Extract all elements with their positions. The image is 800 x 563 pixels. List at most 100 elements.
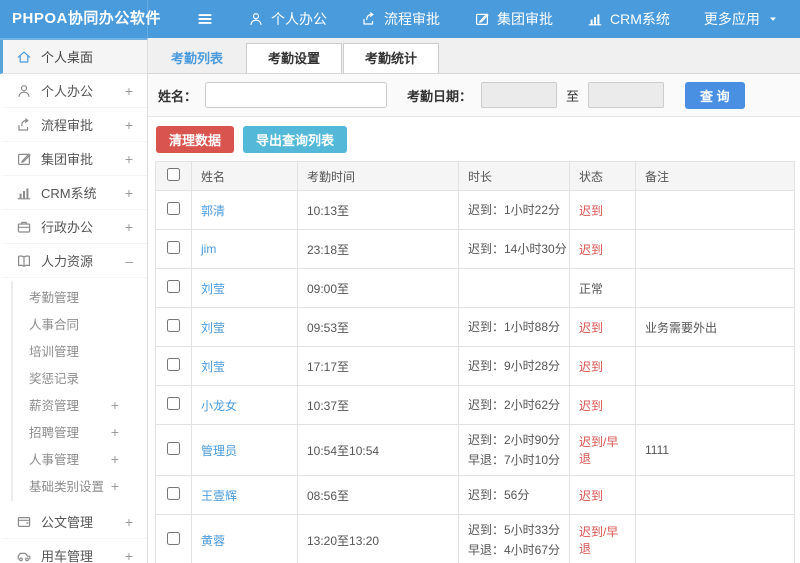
attendance-table-wrap: 姓名 考勤时间 时长 状态 备注 郭清 10:13至 迟到：1小时22分 迟到 jim 23:18… (148, 161, 800, 563)
submenu-item-recruitment-mgmt[interactable]: 招聘管理 + (13, 418, 147, 445)
expand-toggle-icon[interactable]: – (125, 253, 133, 269)
note-cell (635, 385, 795, 425)
user-icon (15, 83, 32, 99)
tab-attendance-list[interactable]: 考勤列表 (149, 43, 245, 73)
table-header-row: 姓名 考勤时间 时长 状态 备注 (155, 161, 795, 191)
submenu-item-hr-contract[interactable]: 人事合同 (13, 310, 147, 337)
expand-toggle-icon[interactable]: + (125, 185, 133, 201)
name-cell: 郭清 (191, 190, 298, 230)
status-badge: 迟到 (579, 359, 604, 374)
top-navigation: 个人办公 流程审批 集团审批 CRM系统 更多应用 (248, 9, 800, 29)
export-list-button[interactable]: 导出查询列表 (243, 126, 348, 153)
sidebar-item-label: 行政办公 (41, 220, 94, 235)
nav-workflow-approval[interactable]: 流程审批 (361, 9, 440, 29)
submenu-item-base-category-settings[interactable]: 基础类别设置 + (13, 472, 147, 499)
submenu-item-reward-punishment[interactable]: 奖惩记录 (13, 364, 147, 391)
book-icon (15, 253, 32, 269)
submenu-item-salary-mgmt[interactable]: 薪资管理 + (13, 391, 147, 418)
sidebar-item-personal-desktop[interactable]: 个人桌面 (0, 40, 147, 74)
submenu-item-personnel-mgmt[interactable]: 人事管理 + (13, 445, 147, 472)
row-checkbox[interactable] (167, 202, 180, 215)
hr-submenu: 考勤管理 人事合同 培训管理 奖惩记录 薪资管理 + 招聘管理 + 人事管理 + 基础类别设置 + (11, 281, 147, 501)
submenu-item-training-mgmt[interactable]: 培训管理 (13, 337, 147, 364)
name-cell: 王壹辉 (191, 475, 298, 515)
filter-bar: 姓名： 考勤日期： 至 查 询 (148, 74, 800, 117)
expand-toggle-icon[interactable]: + (111, 478, 119, 494)
row-checkbox[interactable] (167, 532, 180, 545)
employee-name-link[interactable]: 刘莹 (201, 282, 225, 296)
sidebar-item-label: 人力资源 (41, 254, 94, 269)
sidebar-item-crm-system[interactable]: CRM系统 + (0, 176, 147, 210)
attendance-time-cell: 23:18至 (297, 229, 459, 269)
status-cell: 正常 (569, 268, 636, 308)
expand-toggle-icon[interactable]: + (111, 451, 119, 467)
sidebar-item-document-mgmt[interactable]: 公文管理 + (0, 505, 147, 539)
submenu-item-label: 薪资管理 (29, 399, 80, 413)
name-filter-input[interactable] (205, 82, 388, 108)
row-checkbox[interactable] (167, 280, 180, 293)
note-cell (635, 229, 795, 269)
date-from-input[interactable] (481, 82, 558, 108)
duration-line: 早退：7小时10分 (468, 453, 561, 467)
sidebar-item-hr[interactable]: 人力资源 – (0, 244, 147, 278)
expand-toggle-icon[interactable]: + (111, 397, 119, 413)
sidebar-item-vehicle-mgmt[interactable]: 用车管理 + (0, 539, 147, 563)
row-checkbox[interactable] (167, 397, 180, 410)
row-checkbox[interactable] (167, 358, 180, 371)
menu-toggle-icon[interactable] (196, 10, 214, 28)
employee-name-link[interactable]: 管理员 (201, 444, 237, 458)
home-icon (15, 49, 32, 65)
status-cell: 迟到 (569, 307, 636, 347)
date-range-to-label: 至 (566, 88, 580, 104)
chart-icon (587, 11, 603, 27)
employee-name-link[interactable]: 黄蓉 (201, 534, 225, 548)
clear-data-button[interactable]: 清理数据 (156, 126, 235, 153)
select-all-checkbox[interactable] (167, 168, 180, 181)
attendance-time-cell: 10:54至10:54 (297, 424, 459, 476)
expand-toggle-icon[interactable]: + (111, 424, 119, 440)
date-to-input[interactable] (588, 82, 665, 108)
tab-attendance-stats[interactable]: 考勤统计 (343, 43, 440, 73)
nav-more-apps[interactable]: 更多应用 (704, 9, 779, 29)
expand-toggle-icon[interactable]: + (125, 117, 133, 133)
row-select-cell (155, 190, 192, 230)
search-button[interactable]: 查 询 (685, 81, 745, 109)
status-cell: 迟到/早退 (569, 424, 636, 476)
row-checkbox[interactable] (167, 442, 180, 455)
duration-line: 迟到：2小时90分 (468, 433, 561, 447)
expand-toggle-icon[interactable]: + (125, 548, 133, 563)
column-header: 姓名 (191, 161, 298, 191)
attendance-table: 姓名 考勤时间 时长 状态 备注 郭清 10:13至 迟到：1小时22分 迟到 jim 23:18… (155, 161, 795, 563)
employee-name-link[interactable]: 刘莹 (201, 321, 225, 335)
app-logo: PHPOA协同办公软件 (0, 0, 160, 38)
expand-toggle-icon[interactable]: + (125, 219, 133, 235)
row-checkbox[interactable] (167, 487, 180, 500)
expand-toggle-icon[interactable]: + (125, 514, 133, 530)
nav-group-approval[interactable]: 集团审批 (474, 9, 553, 29)
sidebar-item-personal-office[interactable]: 个人办公 + (0, 74, 147, 108)
nav-personal-office[interactable]: 个人办公 (248, 9, 327, 29)
employee-name-link[interactable]: 刘莹 (201, 360, 225, 374)
duration-line: 迟到：9小时28分 (468, 359, 561, 373)
row-checkbox[interactable] (167, 241, 180, 254)
row-checkbox[interactable] (167, 319, 180, 332)
sidebar-item-group-approval[interactable]: 集团审批 + (0, 142, 147, 176)
sidebar-item-workflow-approval[interactable]: 流程审批 + (0, 108, 147, 142)
row-select-cell (155, 229, 192, 269)
nav-crm-system[interactable]: CRM系统 (587, 9, 670, 29)
employee-name-link[interactable]: 郭清 (201, 204, 225, 218)
tab-attendance-settings[interactable]: 考勤设置 (246, 43, 343, 73)
app-window: PHPOA协同办公软件 个人办公 流程审批 集团审批 CRM系统 更多应用 个人桌面 个人… (0, 0, 800, 563)
employee-name-link[interactable]: 王壹辉 (201, 489, 237, 503)
duration-cell: 迟到：2小时62分 (458, 385, 570, 425)
duration-line: 迟到：14小时30分 (468, 242, 567, 256)
employee-name-link[interactable]: jim (201, 242, 216, 256)
expand-toggle-icon[interactable]: + (125, 151, 133, 167)
sidebar-item-label: 个人办公 (41, 84, 94, 99)
note-cell (635, 475, 795, 515)
employee-name-link[interactable]: 小龙女 (201, 399, 237, 413)
submenu-item-attendance-mgmt[interactable]: 考勤管理 (13, 283, 147, 310)
sidebar-item-admin-office[interactable]: 行政办公 + (0, 210, 147, 244)
note-cell (635, 346, 795, 386)
expand-toggle-icon[interactable]: + (125, 83, 133, 99)
